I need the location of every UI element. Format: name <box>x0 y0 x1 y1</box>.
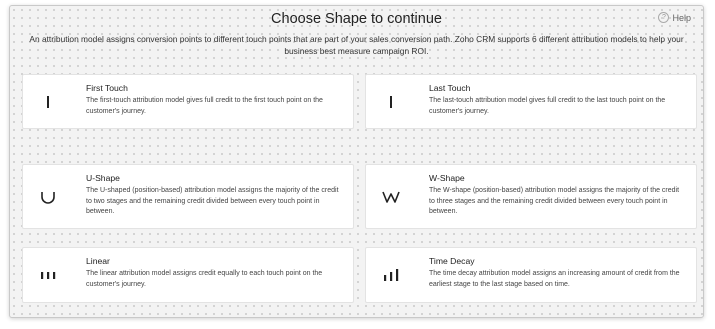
model-card-linear[interactable]: Linear The linear attribution model assi… <box>22 247 354 303</box>
increasing-bars-icon <box>380 248 402 302</box>
dialog-intro: An attribution model assigns conversion … <box>29 34 684 56</box>
equal-bars-icon <box>37 248 59 302</box>
model-card-w-shape[interactable]: W-Shape The W-shape (position-based) att… <box>365 164 697 229</box>
dialog-title: Choose Shape to continue <box>271 11 442 27</box>
single-bar-icon <box>380 75 402 128</box>
single-bar-icon <box>37 75 59 128</box>
choose-shape-dialog: Choose Shape to continue ? Help An attri… <box>9 5 704 318</box>
model-description: The last-touch attribution model gives f… <box>429 97 666 115</box>
model-description: The W-shape (position-based) attribution… <box>429 187 680 215</box>
model-title: First Touch <box>86 83 128 93</box>
model-title: Time Decay <box>429 256 475 266</box>
model-description: The time decay attribution model assigns… <box>429 270 680 288</box>
help-label: Help <box>672 12 691 23</box>
model-title: Linear <box>86 256 110 266</box>
model-title: Last Touch <box>429 83 471 93</box>
model-card-last-touch[interactable]: Last Touch The last-touch attribution mo… <box>365 74 697 129</box>
model-card-time-decay[interactable]: Time Decay The time decay attribution mo… <box>365 247 697 303</box>
model-card-u-shape[interactable]: U-Shape The U-shaped (position-based) at… <box>22 164 354 229</box>
model-card-first-touch[interactable]: First Touch The first-touch attribution … <box>22 74 354 129</box>
model-description: The linear attribution model assigns cre… <box>86 270 323 288</box>
w-shape-icon <box>380 165 402 228</box>
u-shape-icon <box>37 165 59 228</box>
model-title: W-Shape <box>429 173 465 183</box>
model-title: U-Shape <box>86 173 120 183</box>
model-description: The first-touch attribution model gives … <box>86 97 323 115</box>
model-description: The U-shaped (position-based) attributio… <box>86 187 339 215</box>
help-link[interactable]: ? Help <box>658 12 691 23</box>
help-icon: ? <box>658 12 670 23</box>
